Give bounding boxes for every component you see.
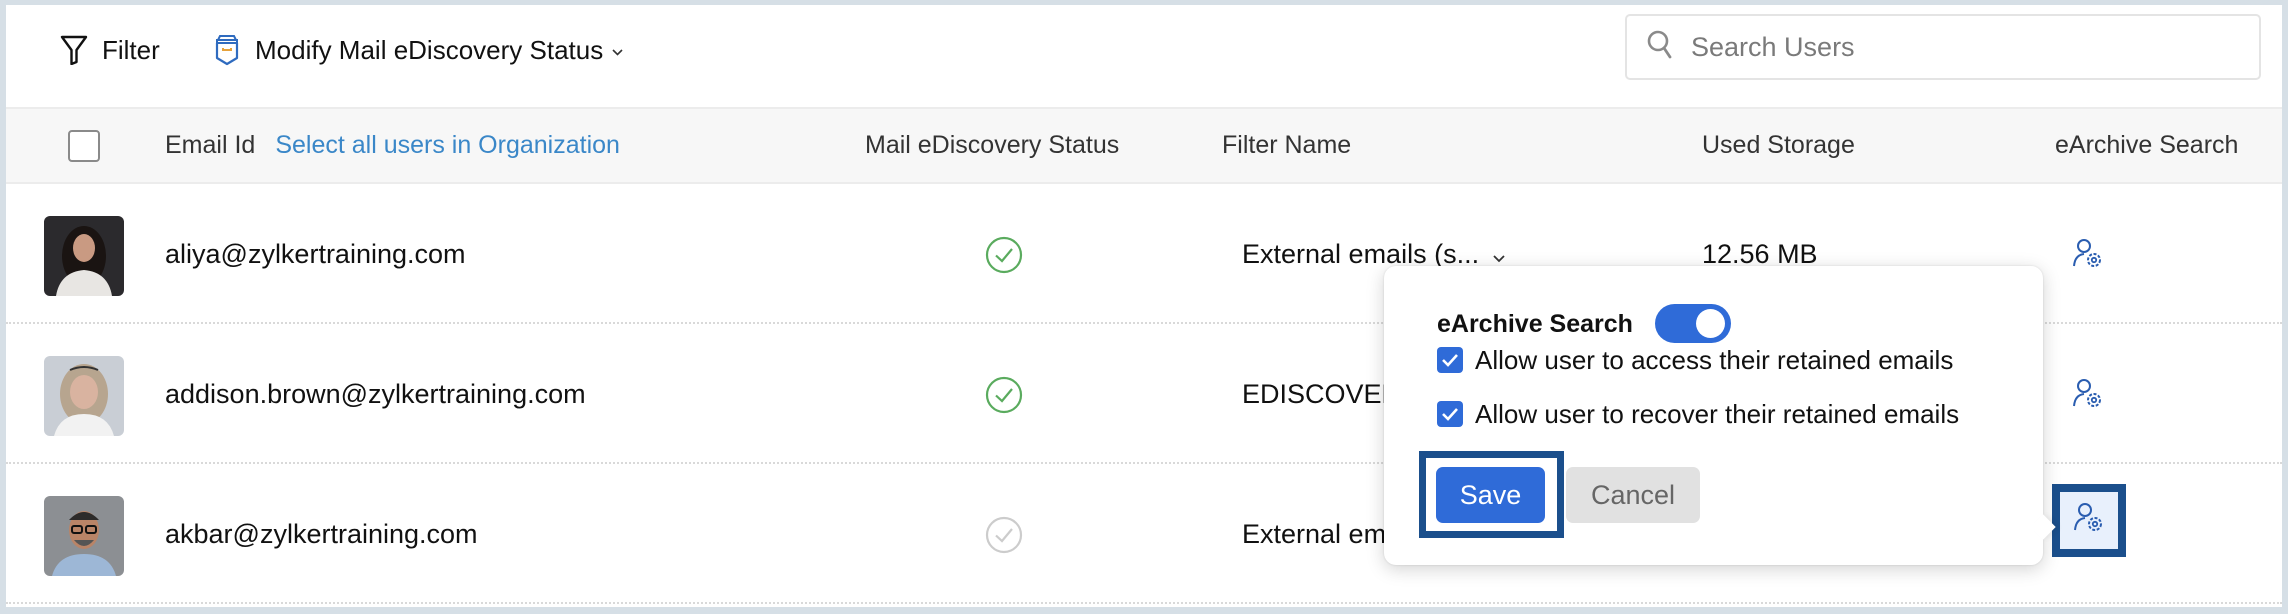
user-email: akbar@zylkertraining.com <box>165 518 478 549</box>
allow-access-option[interactable]: Allow user to access their retained emai… <box>1437 344 1954 375</box>
ediscovery-enabled-check-icon <box>985 236 1023 279</box>
chevron-down-icon <box>1493 239 1505 270</box>
user-email: aliya@zylkertraining.com <box>165 238 466 269</box>
mail-ediscovery-users-panel: Filter Modify Mail eDiscovery Status Sea… <box>6 5 2282 607</box>
user-gear-icon <box>2073 502 2105 539</box>
column-header-used-storage[interactable]: Used Storage <box>1702 109 1855 182</box>
earchive-settings-button[interactable] <box>2072 378 2104 410</box>
archive-shield-icon <box>214 34 240 66</box>
filter-name-text: External em <box>1242 518 1387 549</box>
search-users-input[interactable] <box>1689 30 2233 64</box>
allow-recover-option[interactable]: Allow user to recover their retained ema… <box>1437 398 1960 429</box>
allow-access-checkbox[interactable] <box>1437 347 1463 373</box>
avatar <box>44 356 124 436</box>
user-gear-icon <box>2072 239 2104 274</box>
column-header-status[interactable]: Mail eDiscovery Status <box>865 109 1119 182</box>
filter-button[interactable]: Filter <box>60 32 160 68</box>
search-users-box[interactable] <box>1625 14 2261 80</box>
modify-status-label: Modify Mail eDiscovery Status <box>255 34 604 65</box>
ediscovery-disabled-check-icon <box>985 516 1023 559</box>
select-all-users-link[interactable]: Select all users in Organization <box>275 131 620 160</box>
modify-ediscovery-status-dropdown[interactable]: Modify Mail eDiscovery Status <box>214 30 623 70</box>
allow-recover-label: Allow user to recover their retained ema… <box>1475 398 1960 429</box>
filter-name-dropdown[interactable]: EDISCOVER <box>1242 324 1401 464</box>
toggle-knob <box>1696 309 1725 338</box>
ediscovery-enabled-check-icon <box>985 376 1023 419</box>
column-header-earchive-search: eArchive Search <box>2055 131 2239 159</box>
table-header: Email Id Select all users in Organizatio… <box>6 107 2282 184</box>
avatar <box>44 216 124 296</box>
chevron-down-icon <box>612 48 623 56</box>
email-id-header: Email Id <box>165 131 256 159</box>
column-header-email: Email Id Select all users in Organizatio… <box>165 109 620 182</box>
allow-access-label: Allow user to access their retained emai… <box>1475 344 1954 375</box>
earchive-settings-button-active[interactable] <box>2052 484 2126 557</box>
filter-name-dropdown[interactable]: External em <box>1242 464 1386 604</box>
user-gear-icon <box>2072 379 2104 414</box>
select-all-checkbox[interactable] <box>68 130 100 162</box>
cancel-button[interactable]: Cancel <box>1566 467 1700 523</box>
popup-title: eArchive Search <box>1437 309 1633 338</box>
column-header-filter-name[interactable]: Filter Name <box>1222 109 1351 182</box>
avatar <box>44 496 124 576</box>
earchive-search-popup: eArchive Search Allow user to access the… <box>1384 266 2056 565</box>
user-email: addison.brown@zylkertraining.com <box>165 378 586 409</box>
funnel-icon <box>60 35 88 65</box>
earchive-search-toggle[interactable] <box>1655 304 1731 343</box>
toolbar: Filter Modify Mail eDiscovery Status <box>6 5 2282 107</box>
save-button[interactable]: Save <box>1436 467 1545 523</box>
search-icon <box>1627 30 1673 65</box>
filter-name-text: External emails (s... <box>1242 238 1480 269</box>
allow-recover-checkbox[interactable] <box>1437 401 1463 427</box>
earchive-settings-button[interactable] <box>2072 238 2104 270</box>
filter-name-text: EDISCOVER <box>1242 378 1402 409</box>
filter-label: Filter <box>102 34 160 65</box>
